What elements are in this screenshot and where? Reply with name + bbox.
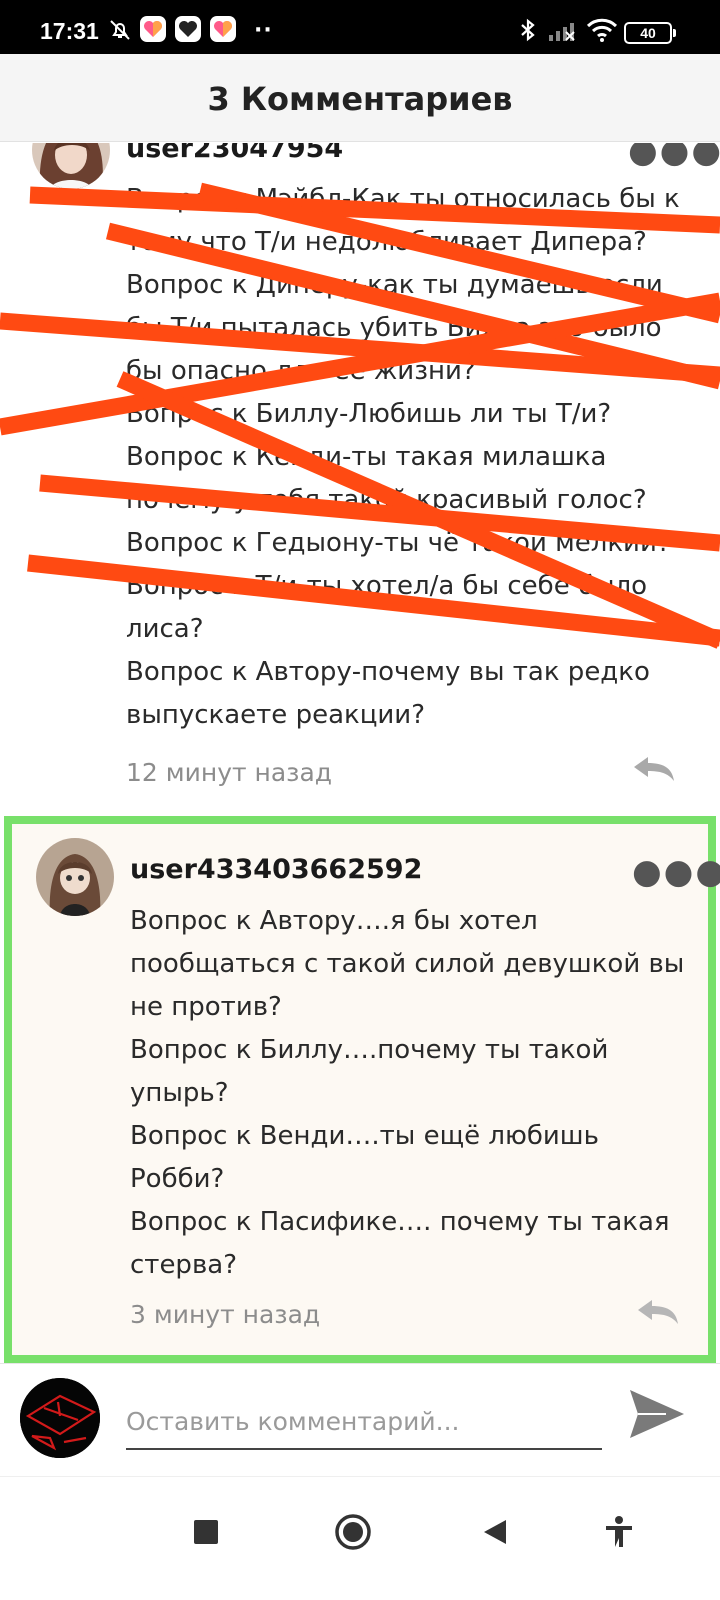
comment-line: Вопрос к Диперу-как ты думаешь если [126, 270, 663, 300]
comment-line: выпускаете реакции? [126, 700, 425, 730]
comment-line: не против? [130, 992, 282, 1022]
comment-timestamp: 3 минут назад [130, 1300, 321, 1329]
comment-line: Вопрос к Мэйбл-Как ты относилась бы к [126, 184, 680, 214]
comment-text: Вопрос к Автору….я бы хотел пообщаться с… [130, 900, 684, 1287]
comment-username[interactable]: user433403662592 [130, 854, 422, 885]
more-options-icon[interactable]: ●●● [628, 143, 720, 168]
comment-line: почему у тебя такой красивый голос? [126, 485, 647, 515]
comments-header: 3 Комментариев [0, 54, 720, 142]
comment-line: Вопрос к Биллу….почему ты такой [130, 1035, 609, 1065]
app-heart-icon [175, 16, 201, 42]
page-title: 3 Комментариев [207, 80, 513, 118]
recents-square-icon[interactable] [181, 1507, 231, 1557]
back-triangle-icon[interactable] [470, 1507, 520, 1557]
comment-line: Вопрос к Кенди-ты такая милашка [126, 442, 607, 472]
reply-icon[interactable] [632, 755, 676, 783]
comment-input[interactable] [126, 1394, 602, 1450]
bell-off-icon [110, 20, 130, 40]
comment-line: Вопрос к Автору….я бы хотел [130, 906, 538, 936]
home-circle-icon[interactable] [328, 1507, 378, 1557]
reply-icon[interactable] [636, 1298, 680, 1326]
app-heart-icon [140, 16, 166, 42]
accessibility-icon[interactable] [594, 1507, 644, 1557]
comment-line: Вопрос к Пасифике…. почему ты такая [130, 1207, 670, 1237]
status-bar: 17:31 ·· 40 [0, 0, 720, 54]
comment-item-highlighted: user433403662592 ●●● Вопрос к Автору….я … [4, 816, 720, 1363]
comment-item: user23047954 ●●● Вопрос к Мэйбл-Как ты о… [0, 143, 720, 803]
bluetooth-icon [521, 18, 535, 42]
comment-line: стерва? [130, 1250, 237, 1280]
comment-line: Робби? [130, 1164, 225, 1194]
comment-line: лиса? [126, 614, 204, 644]
system-nav-bar [0, 1476, 720, 1600]
comment-line: Вопрос к Т/и-ты хотел/а бы себе было [126, 571, 648, 601]
comment-line: бы опасно для её жизни? [126, 356, 476, 386]
comment-timestamp: 12 минут назад [126, 758, 333, 787]
comment-username[interactable]: user23047954 [126, 143, 343, 164]
comment-line: Вопрос к Автору-почему вы так редко [126, 657, 650, 687]
comment-line: упырь? [130, 1078, 229, 1108]
battery-icon: 40 [624, 22, 676, 44]
send-icon[interactable] [626, 1386, 686, 1442]
more-options-icon[interactable]: ●●● [632, 855, 720, 889]
comment-composer [0, 1363, 720, 1475]
comment-text: Вопрос к Мэйбл-Как ты относилась бы к то… [126, 178, 680, 737]
signal-icon [549, 23, 575, 41]
comment-line: пообщаться с такой силой девушкой вы [130, 949, 685, 979]
avatar[interactable] [36, 838, 114, 916]
status-time: 17:31 [40, 18, 99, 44]
comment-line: Вопрос к Венди….ты ещё любишь [130, 1121, 599, 1151]
status-overflow: ·· [254, 18, 273, 43]
wifi-icon [586, 18, 618, 42]
app-heart-icon [210, 16, 236, 42]
comment-line: бы Т/и пыталась убить Билла это было [126, 313, 662, 343]
avatar[interactable] [32, 143, 110, 189]
comment-line: тому что Т/и недолюбливает Дипера? [126, 227, 647, 257]
comment-line: Вопрос к Биллу-Любишь ли ты Т/и? [126, 399, 612, 429]
current-user-avatar[interactable] [20, 1378, 100, 1458]
comment-line: Вопрос к Гедыону-ты чё такой мелкий? [126, 528, 671, 558]
